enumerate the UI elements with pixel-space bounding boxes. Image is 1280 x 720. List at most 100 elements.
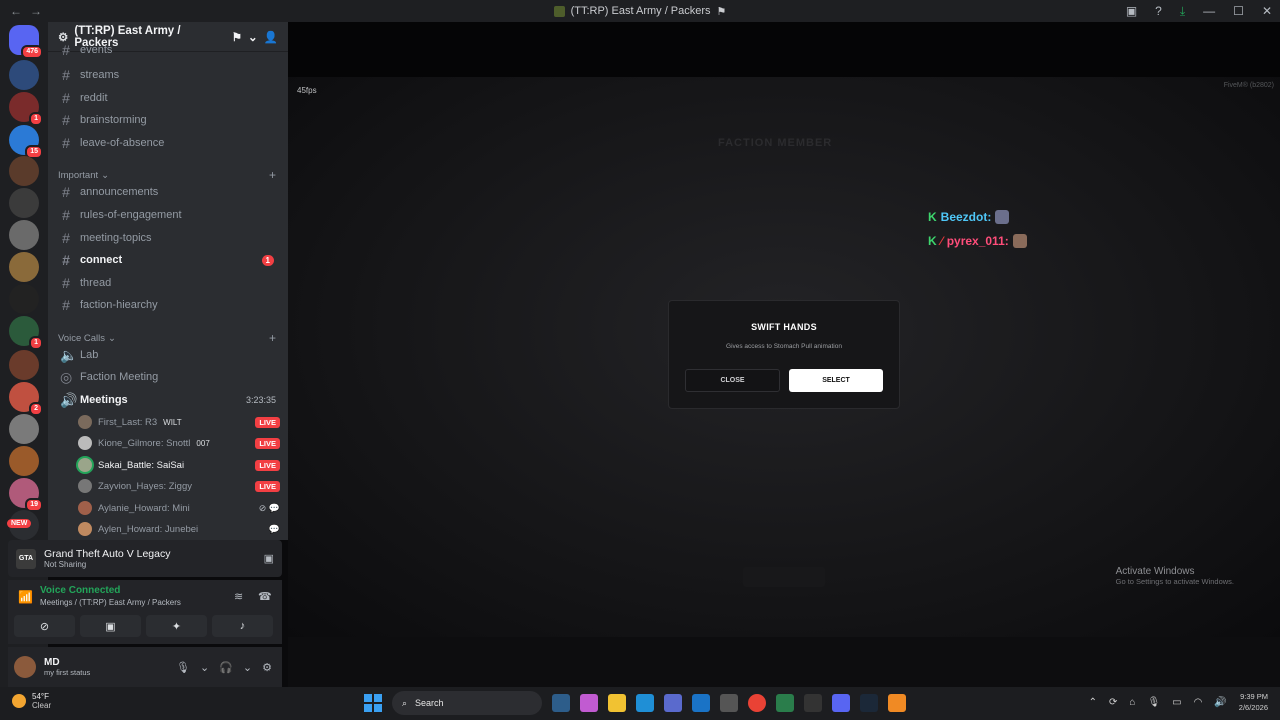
fivem-icon[interactable] bbox=[888, 694, 906, 712]
edge-icon[interactable] bbox=[636, 694, 654, 712]
channel-label: connect bbox=[80, 254, 123, 266]
voice-channel-lab[interactable]: 🔈 Lab bbox=[56, 345, 280, 365]
forward-arrow-icon[interactable]: → bbox=[30, 4, 42, 18]
live-badge: LIVE bbox=[255, 459, 280, 471]
chevron-up-icon[interactable]: ⌃ bbox=[1089, 697, 1097, 708]
excel-icon[interactable] bbox=[776, 694, 794, 712]
category-voice-calls[interactable]: Voice Calls ⌄ + bbox=[58, 331, 282, 345]
channel-meeting-topics[interactable]: # meeting-topics bbox=[56, 228, 280, 248]
task-view-icon[interactable] bbox=[552, 694, 570, 712]
channel-brainstorming[interactable]: # brainstorming bbox=[56, 110, 280, 130]
windows-start-icon[interactable] bbox=[364, 694, 382, 712]
chevron-down-icon[interactable]: ⌄ bbox=[243, 661, 252, 674]
channel-events[interactable]: # events bbox=[56, 44, 280, 56]
category-label: Voice Calls bbox=[58, 332, 105, 344]
server-icon[interactable] bbox=[9, 284, 39, 314]
channel-thread[interactable]: # thread bbox=[56, 273, 280, 293]
download-icon[interactable]: ⤓ bbox=[1180, 4, 1185, 19]
voice-channel-meetings[interactable]: 🔊 Meetings 3:23:35 bbox=[56, 390, 280, 410]
voice-user[interactable]: Zayvion_Hayes: Ziggy LIVE bbox=[78, 476, 280, 496]
chevron-down-icon[interactable]: ⌄ bbox=[200, 661, 209, 674]
maximize-button[interactable]: ☐ bbox=[1233, 4, 1244, 18]
store-icon[interactable] bbox=[664, 694, 682, 712]
server-icon[interactable] bbox=[9, 414, 39, 444]
channel-announcements[interactable]: # announcements bbox=[56, 182, 280, 202]
close-window-button[interactable]: ✕ bbox=[1262, 4, 1272, 18]
voice-user[interactable]: Aylen_Howard: Junebei 💬 bbox=[78, 519, 280, 539]
voice-status[interactable]: Voice Connected bbox=[40, 585, 120, 596]
voice-user[interactable]: Sakai_Battle: SaiSai LIVE bbox=[78, 455, 280, 475]
server-icon[interactable] bbox=[9, 188, 39, 218]
voice-location[interactable]: Meetings / (TT:RP) East Army / Packers bbox=[40, 598, 181, 607]
server-icon[interactable] bbox=[9, 220, 39, 250]
disconnect-icon[interactable]: ☎ bbox=[258, 590, 272, 603]
gear-icon: ⚙ bbox=[58, 31, 69, 44]
server-icon[interactable]: NEW bbox=[7, 510, 39, 540]
channel-reddit[interactable]: # reddit bbox=[56, 88, 280, 108]
user-status[interactable]: my first status bbox=[44, 668, 90, 677]
github-icon[interactable] bbox=[720, 694, 738, 712]
add-channel-icon[interactable]: + bbox=[269, 331, 276, 345]
discord-icon[interactable] bbox=[832, 694, 850, 712]
share-screen-icon[interactable]: ▣ bbox=[264, 552, 274, 565]
clock[interactable]: 9:39 PM 2/6/2026 bbox=[1239, 691, 1268, 713]
camera-off-button[interactable]: ⊘ bbox=[14, 615, 75, 637]
microphone-icon[interactable]: 🎙 bbox=[176, 661, 190, 674]
server-icon[interactable]: 2 bbox=[9, 382, 43, 416]
steam-icon[interactable] bbox=[860, 694, 878, 712]
clock-date: 2/6/2026 bbox=[1238, 703, 1268, 712]
file-explorer-icon[interactable] bbox=[608, 694, 626, 712]
signal-icon[interactable]: 📶 bbox=[18, 590, 33, 604]
server-icon[interactable] bbox=[9, 446, 39, 476]
server-icon[interactable] bbox=[9, 156, 39, 186]
gear-icon[interactable]: ⚙ bbox=[262, 661, 272, 674]
avatar[interactable] bbox=[14, 656, 36, 678]
outlook-icon[interactable] bbox=[692, 694, 710, 712]
minimize-button[interactable]: — bbox=[1203, 4, 1215, 18]
back-arrow-icon[interactable]: ← bbox=[10, 4, 22, 18]
channel-rules-of-engagement[interactable]: # rules-of-engagement bbox=[56, 205, 280, 225]
server-icon[interactable]: 19 bbox=[9, 478, 43, 512]
server-icon[interactable] bbox=[9, 60, 39, 90]
chrome-icon[interactable] bbox=[748, 694, 766, 712]
category-important[interactable]: Important ⌄ + bbox=[58, 168, 282, 182]
headphones-icon[interactable]: 🎧 bbox=[219, 661, 233, 674]
activities-button[interactable]: ✦ bbox=[146, 615, 207, 637]
server-icon[interactable]: 15 bbox=[9, 125, 43, 159]
voice-user[interactable]: Aylanie_Howard: Mini ⊘ 💬 bbox=[78, 498, 280, 518]
microphone-icon[interactable]: 🎙 bbox=[1147, 697, 1160, 708]
discord-home-icon[interactable]: 476 bbox=[9, 25, 43, 59]
user-name[interactable]: MD bbox=[44, 657, 90, 668]
taskbar-search[interactable]: ⌕ Search bbox=[392, 691, 542, 715]
select-button[interactable]: SELECT bbox=[789, 369, 883, 392]
help-icon[interactable]: ? bbox=[1155, 4, 1162, 18]
add-channel-icon[interactable]: + bbox=[269, 168, 276, 182]
voice-channel-faction-meeting[interactable]: ◎ Faction Meeting bbox=[56, 367, 280, 387]
noise-suppression-icon[interactable]: ≋ bbox=[234, 590, 243, 603]
mention-badge: 2 bbox=[29, 402, 43, 416]
volume-icon[interactable]: 🔊 bbox=[1214, 697, 1226, 708]
channel-streams[interactable]: # streams bbox=[56, 65, 280, 85]
game-stream[interactable]: 45fps FiveM® (b2802) FACTION MEMBER K Be… bbox=[288, 22, 1280, 687]
server-icon[interactable] bbox=[9, 350, 39, 380]
server-icon[interactable] bbox=[9, 252, 39, 282]
voice-user[interactable]: First_Last: R3 WILT LIVE bbox=[78, 412, 280, 432]
voice-user[interactable]: Kione_Gilmore: Snottl 007 LIVE bbox=[78, 433, 280, 453]
wifi-icon[interactable]: ◠ bbox=[1194, 697, 1203, 708]
channel-faction-hiearchy[interactable]: # faction-hiearchy bbox=[56, 295, 280, 315]
add-member-icon[interactable]: 👤 bbox=[264, 30, 278, 44]
display-icon[interactable]: ▭ bbox=[1172, 697, 1181, 708]
server-icon[interactable]: 1 bbox=[9, 92, 43, 126]
channel-connect[interactable]: # connect 1 bbox=[56, 250, 280, 270]
inbox-icon[interactable]: ▣ bbox=[1126, 4, 1137, 18]
soundboard-button[interactable]: ♪ bbox=[212, 615, 273, 637]
copilot-icon[interactable] bbox=[580, 694, 598, 712]
screen-share-button[interactable]: ▣ bbox=[80, 615, 141, 637]
server-icon[interactable]: 1 bbox=[9, 316, 43, 350]
close-button[interactable]: CLOSE bbox=[685, 369, 780, 392]
weather-widget[interactable]: 54°F Clear bbox=[12, 692, 51, 710]
channel-leave-of-absence[interactable]: # leave-of-absence bbox=[56, 133, 280, 153]
sync-icon[interactable]: ⟳ bbox=[1109, 697, 1117, 708]
network-icon[interactable]: ⌂ bbox=[1129, 697, 1135, 708]
logitech-icon[interactable] bbox=[804, 694, 822, 712]
